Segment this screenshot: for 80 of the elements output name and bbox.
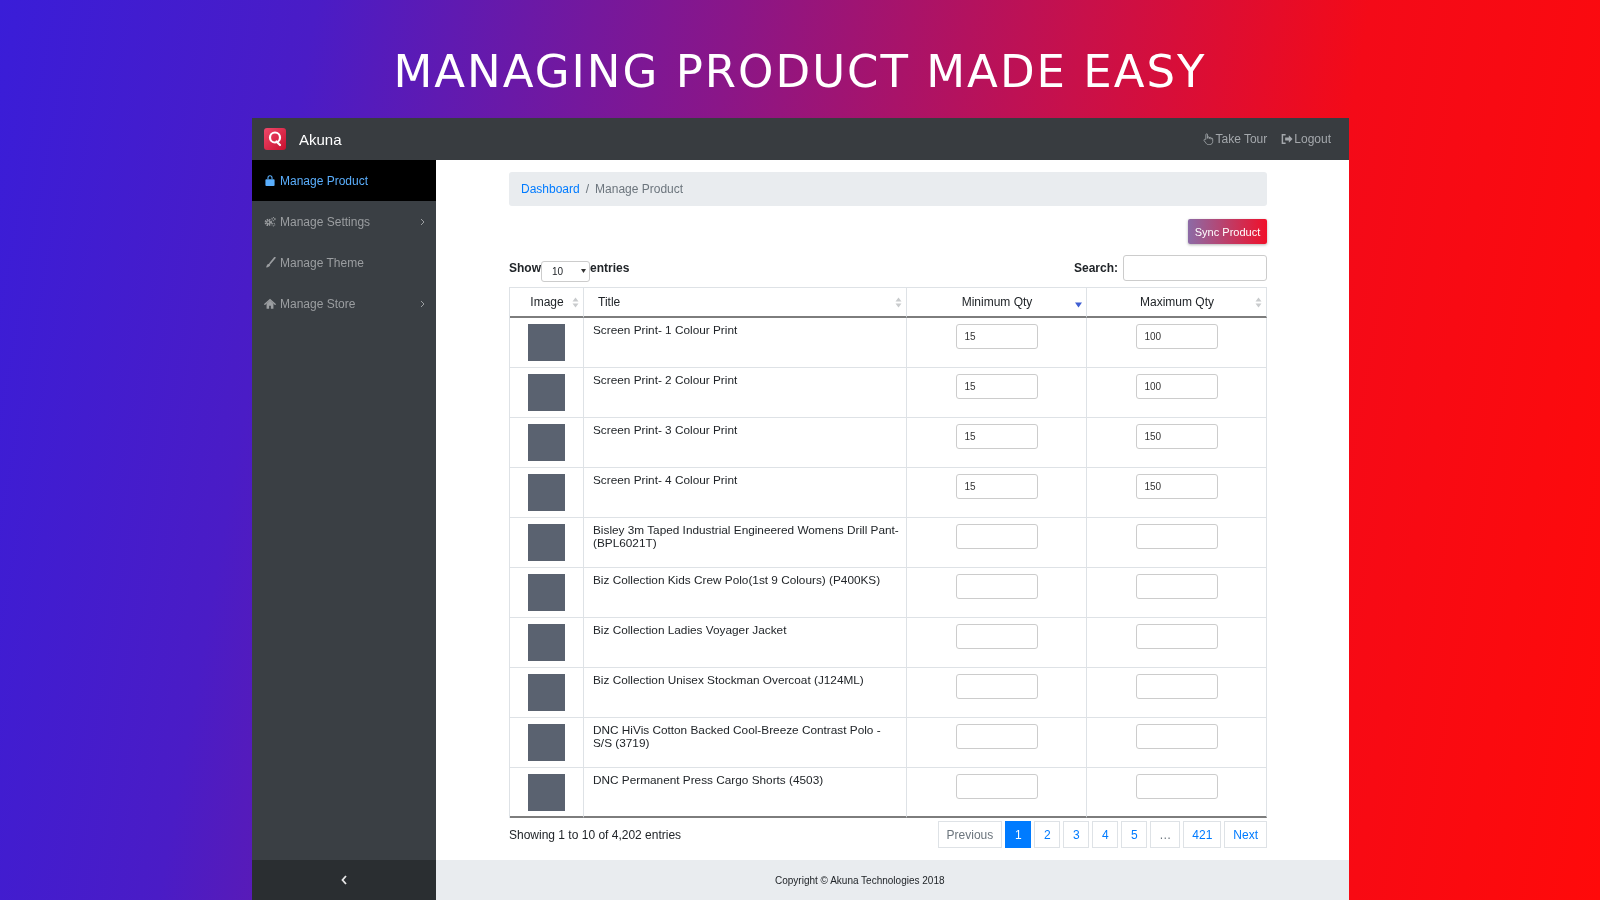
search-field[interactable] [1123, 255, 1267, 281]
minimum-qty-field[interactable] [955, 624, 1038, 649]
photo-placeholder [528, 724, 565, 761]
pagination-button[interactable]: 5 [1121, 821, 1148, 848]
sidebar-item[interactable]: Manage Theme [252, 242, 436, 283]
caret-icon [581, 269, 586, 273]
entries-select[interactable]: 10 [541, 260, 590, 282]
pagination-button[interactable]: Next [1224, 821, 1267, 848]
table-cell: Screen Print- 2 Colour Print [584, 368, 907, 418]
entries-label: entries [590, 261, 630, 275]
paintbrush-icon [264, 257, 276, 268]
photo-placeholder [528, 374, 565, 411]
maximum-qty-field[interactable] [1135, 724, 1218, 749]
pagination-button[interactable]: 421 [1183, 821, 1222, 848]
maximum-qty-field[interactable] [1135, 774, 1218, 799]
table-cell: DNC Permanent Press Cargo Shorts (4503) [584, 768, 907, 818]
pagination-button[interactable]: 4 [1092, 821, 1119, 848]
minimum-qty-field[interactable]: 15 [955, 424, 1038, 449]
table-info: Showing 1 to 10 of 4,202 entries [509, 827, 682, 842]
maximum-qty-field[interactable] [1135, 574, 1218, 599]
pagination-button[interactable]: 3 [1063, 821, 1090, 848]
table-cell: Screen Print- 1 Colour Print [584, 318, 907, 368]
minimum-qty-field[interactable]: 15 [955, 474, 1038, 499]
breadcrumb-current: Manage Product [595, 182, 684, 196]
minimum-qty-field[interactable] [955, 774, 1038, 799]
column-header[interactable]: Title [584, 288, 907, 318]
pagination-button[interactable]: 1 [1005, 821, 1032, 848]
sidebar-item[interactable]: Manage Store [252, 283, 436, 324]
copyright-text: Copyright © Akuna Technologies 2018 [775, 874, 945, 886]
maximum-qty-field[interactable] [1135, 624, 1218, 649]
table-cell: Screen Print- 3 Colour Print [584, 418, 907, 468]
table-cell: Bisley 3m Taped Industrial Engineered Womens Drill Pant- (BPL6021T) [584, 518, 907, 568]
hand-pointer-icon [1202, 133, 1215, 145]
photo-placeholder [528, 674, 565, 711]
minimum-qty-field[interactable] [955, 674, 1038, 699]
table-cell: Biz Collection Ladies Voyager Jacket [584, 618, 907, 668]
photo-placeholder [528, 774, 565, 811]
table-cell: Screen Print- 4 Colour Print [584, 468, 907, 518]
house-icon [264, 298, 276, 309]
headline: MANAGING PRODUCT MADE EASY [393, 44, 1207, 98]
table-cell: DNC HiVis Cotton Backed Cool-Breeze Contrast Polo - S/S (3719) [584, 718, 907, 768]
minimum-qty-field[interactable] [955, 724, 1038, 749]
brand-name: Akuna [299, 130, 342, 148]
photo-placeholder [528, 574, 565, 611]
gears-icon [264, 216, 276, 227]
search-label: Search: [1073, 261, 1118, 275]
maximum-qty-field[interactable]: 150 [1135, 424, 1218, 449]
maximum-qty-field[interactable]: 100 [1135, 374, 1218, 399]
chevron-left-icon [341, 875, 347, 885]
maximum-qty-field[interactable]: 100 [1135, 324, 1218, 349]
breadcrumb-separator: / [585, 182, 590, 196]
table-cell: Biz Collection Unisex Stockman Overcoat (J124ML) [584, 668, 907, 718]
top-bar-link[interactable]: Logout [1281, 132, 1331, 146]
minimum-qty-field[interactable] [955, 574, 1038, 599]
minimum-qty-field[interactable]: 15 [955, 374, 1038, 399]
column-header[interactable]: Maximum Qty [1087, 288, 1267, 318]
maximum-qty-field[interactable] [1135, 674, 1218, 699]
maximum-qty-field[interactable] [1135, 524, 1218, 549]
show-label: Show [509, 261, 541, 275]
pagination-button[interactable]: 2 [1034, 821, 1061, 848]
sidebar-item[interactable]: Manage Product [252, 160, 436, 201]
maximum-qty-field[interactable]: 150 [1135, 474, 1218, 499]
breadcrumb-link[interactable]: Dashboard [521, 182, 580, 196]
sign-out-icon [1281, 133, 1294, 145]
top-bar-link[interactable]: Take Tour [1202, 132, 1268, 146]
photo-placeholder [528, 424, 565, 461]
minimum-qty-field[interactable]: 15 [955, 324, 1038, 349]
shopping-bag-icon [264, 175, 276, 186]
logo-icon [264, 128, 286, 150]
photo-placeholder [528, 624, 565, 661]
column-header[interactable]: Minimum Qty [907, 288, 1087, 318]
minimum-qty-field[interactable] [955, 524, 1038, 549]
photo-placeholder [528, 324, 565, 361]
photo-placeholder [528, 474, 565, 511]
sidebar-item[interactable]: Manage Settings [252, 201, 436, 242]
column-header[interactable]: Image [510, 288, 584, 318]
table-cell: Biz Collection Kids Crew Polo(1st 9 Colours) (P400KS) [584, 568, 907, 618]
photo-placeholder [528, 524, 565, 561]
collapse-sidebar-button[interactable] [252, 860, 436, 900]
sync-product-button[interactable]: Sync Product [1188, 219, 1267, 244]
